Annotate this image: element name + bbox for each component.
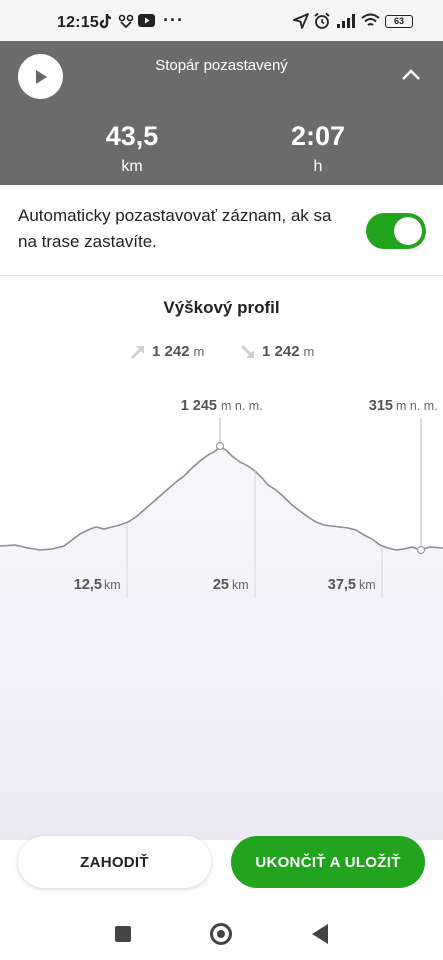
more-notifications-icon: ··· <box>163 10 184 30</box>
current-elevation-point <box>416 545 426 555</box>
elevation-profile-title: Výškový profil <box>163 298 280 317</box>
elevation-area <box>0 447 443 840</box>
descent-unit: m <box>303 344 315 359</box>
descent-stat: 1 242 m <box>240 343 314 360</box>
home-icon[interactable] <box>210 923 232 945</box>
system-navigation-bar <box>0 906 443 960</box>
wifi-icon <box>361 13 380 26</box>
km-tick-value: 12,5 <box>74 577 102 593</box>
toggle-knob <box>394 217 422 245</box>
duration-unit: h <box>313 158 323 175</box>
elevation-chart[interactable]: 1 245 m n. m. 315 m n. m. 12,5 km 25 km … <box>0 380 443 840</box>
status-time: 12:15 <box>57 14 99 31</box>
recents-icon[interactable] <box>115 926 131 942</box>
auto-pause-label: Automaticky pozastavovať záznam, ak sa n… <box>18 206 332 251</box>
youtube-icon <box>138 14 155 27</box>
distance-value: 43,5 <box>105 121 159 151</box>
back-icon[interactable] <box>312 924 328 944</box>
km-tick-unit: km <box>104 578 121 592</box>
descent-arrow-icon <box>240 344 255 358</box>
alarm-icon <box>314 12 330 29</box>
km-tick-unit: km <box>232 578 249 592</box>
ascent-value: 1 242 <box>152 343 190 360</box>
distance-unit: km <box>121 158 143 175</box>
distance-stat: 43,5 km <box>62 121 202 176</box>
header-title: Stopár pozastavený <box>155 57 288 74</box>
status-bar: 12:15 ··· 63 <box>0 0 443 41</box>
battery-icon: 63 <box>385 15 413 28</box>
tiktok-icon <box>99 14 112 29</box>
ascent-unit: m <box>193 344 205 359</box>
descent-value: 1 242 <box>262 343 300 360</box>
location-arrow-icon <box>293 13 309 29</box>
duration-value: 2:07 <box>290 121 346 151</box>
battery-level: 63 <box>393 16 404 26</box>
auto-pause-toggle[interactable] <box>366 213 426 249</box>
finish-and-save-button[interactable]: UKONČIŤ A ULOŽIŤ <box>231 836 425 888</box>
km-tick-value: 37,5 <box>328 577 356 593</box>
signal-icon <box>337 14 355 28</box>
chevron-up-icon[interactable] <box>401 69 421 81</box>
app-notification-icon <box>118 14 134 29</box>
ascent-arrow-icon <box>130 345 145 359</box>
ascent-stat: 1 242 m <box>130 343 204 360</box>
recording-header: Stopár pozastavený 43,5 km 2:07 h <box>0 41 443 185</box>
km-tick-value: 25 <box>213 577 229 593</box>
max-elevation-value: 1 245 <box>181 398 217 414</box>
max-elevation-unit: m n. m. <box>221 399 263 413</box>
discard-button[interactable]: ZAHODIŤ <box>18 836 211 888</box>
max-elevation-point <box>215 441 225 451</box>
current-elevation-unit: m n. m. <box>396 399 438 413</box>
duration-stat: 2:07 h <box>248 121 388 176</box>
current-elevation-value: 315 <box>369 398 393 414</box>
km-tick-unit: km <box>359 578 376 592</box>
auto-pause-row: Automaticky pozastavovať záznam, ak sa n… <box>0 185 443 276</box>
